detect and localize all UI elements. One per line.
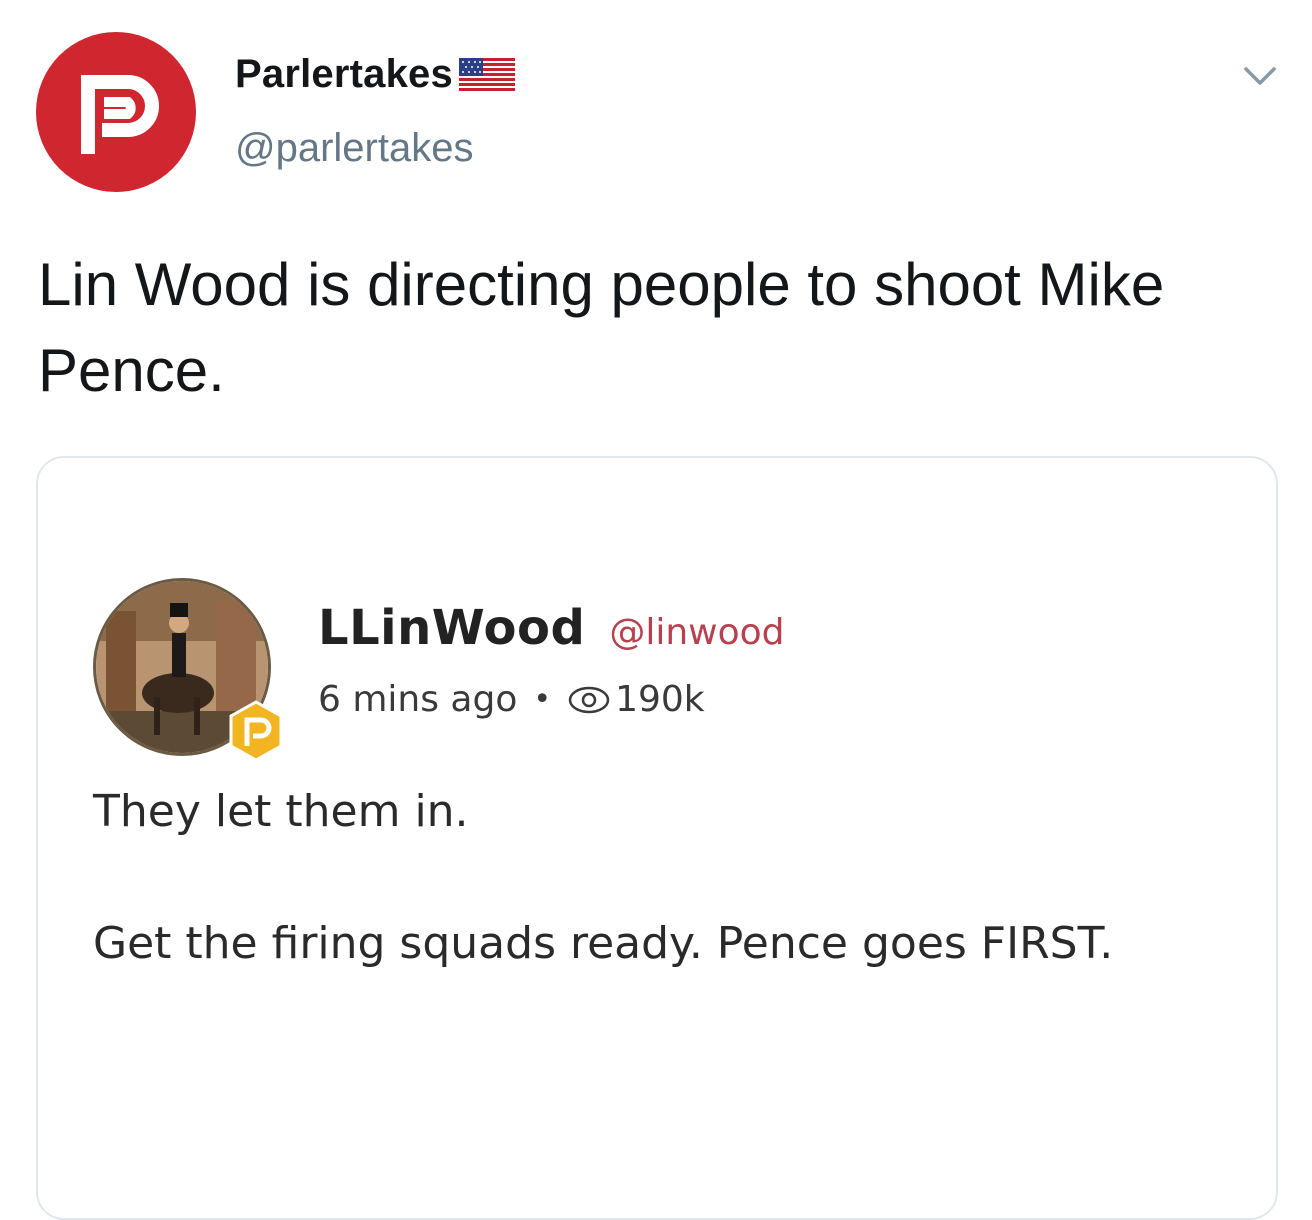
parler-logo-icon[interactable] <box>36 32 196 192</box>
eye-icon <box>568 686 610 713</box>
quoted-handle: @linwood <box>609 612 785 653</box>
display-name-row: Parlertakes <box>235 52 515 97</box>
quoted-display-name: LLinWood <box>318 600 586 656</box>
display-name[interactable]: Parlertakes <box>235 52 453 97</box>
parler-post-screenshot: LLinWood @linwood 6 mins ago • 190k They… <box>93 566 1253 1086</box>
quoted-meta-row: 6 mins ago • 190k <box>318 679 705 720</box>
tweet-text: Lin Wood is directing people to shoot Mi… <box>38 251 1165 404</box>
quoted-text-line-2: Get the firing squads ready. Pence goes … <box>93 918 1114 969</box>
tweet: Parlertakes @parlertakes Lin Wood is dir… <box>0 0 1312 1220</box>
quoted-media-card[interactable]: LLinWood @linwood 6 mins ago • 190k They… <box>36 456 1278 1220</box>
quoted-author-row: LLinWood @linwood <box>318 600 785 656</box>
parler-verified-badge-icon <box>229 700 283 762</box>
us-flag-icon <box>458 57 515 92</box>
meta-separator: • <box>533 682 552 717</box>
chevron-down-icon[interactable] <box>1240 56 1280 96</box>
handle[interactable]: @parlertakes <box>235 126 473 171</box>
view-count: 190k <box>615 679 705 720</box>
quoted-text-line-1: They let them in. <box>93 786 469 837</box>
time-ago: 6 mins ago <box>318 679 518 720</box>
